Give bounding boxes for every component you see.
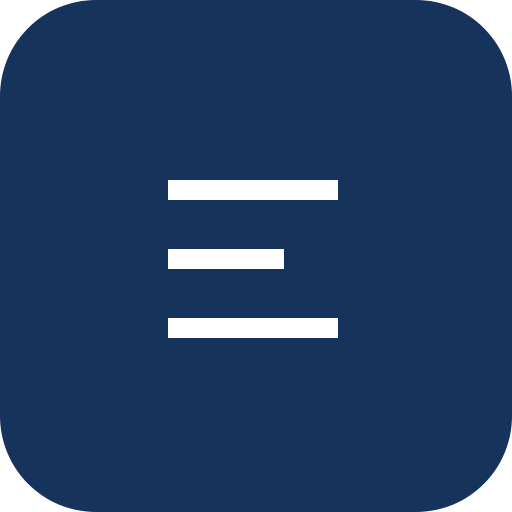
menu-line-top [168,180,338,200]
app-icon[interactable] [0,0,512,512]
menu-line-bottom [168,318,338,338]
menu-line-middle [168,249,284,269]
